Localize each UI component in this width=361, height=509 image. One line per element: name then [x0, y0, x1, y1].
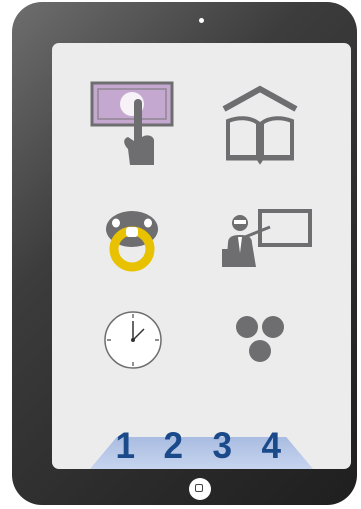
clock-icon[interactable] [102, 309, 164, 371]
book-house-icon[interactable] [220, 83, 300, 165]
tablet-device: 1 2 3 4 [12, 2, 357, 505]
money-hand-icon[interactable] [90, 79, 175, 169]
page-number-2[interactable]: 2 [164, 427, 184, 464]
tablet-screen: 1 2 3 4 [52, 43, 351, 469]
home-button[interactable] [189, 478, 211, 500]
camera-dot [199, 18, 204, 23]
baby-pacifier-icon[interactable] [102, 207, 166, 273]
dots-icon[interactable] [232, 311, 288, 367]
teacher-board-icon[interactable] [210, 209, 314, 271]
page-number-4[interactable]: 4 [262, 427, 282, 464]
home-square-icon [195, 484, 203, 492]
page-number-3[interactable]: 3 [213, 427, 233, 464]
page-number-1[interactable]: 1 [116, 427, 136, 464]
